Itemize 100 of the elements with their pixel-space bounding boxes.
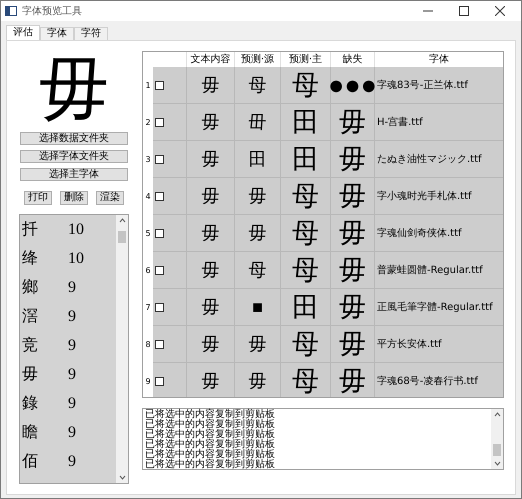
glyph-cell: 毋 — [248, 187, 266, 205]
character-count: 10 — [68, 248, 84, 268]
character-list-item[interactable]: 鄉 9 — [22, 273, 116, 302]
row-checkbox[interactable] — [155, 118, 164, 126]
glyph-cell: 毋 — [202, 335, 220, 353]
row-number: 9 — [145, 376, 151, 388]
character-list-item[interactable]: 錄 9 — [22, 389, 116, 418]
row-checkbox[interactable] — [155, 80, 164, 90]
font-file-name: 平方长安体.ttf — [377, 338, 442, 352]
glyph-cell: 毋 — [202, 372, 220, 390]
character: 滘 — [22, 306, 39, 326]
row-number: 4 — [145, 190, 151, 202]
glyph-cell: ■ — [252, 298, 263, 316]
log-line: 已将选中的内容复制到剪贴板 — [145, 420, 276, 430]
character-list-item[interactable]: 扦 10 — [22, 215, 116, 244]
log-line: 已将选中的内容复制到剪贴板 — [145, 410, 276, 420]
character: 鄉 — [22, 278, 39, 298]
glyph-cell: 母 — [248, 261, 266, 279]
row-checkbox[interactable] — [155, 192, 164, 200]
character-count: 9 — [68, 364, 76, 384]
glyph-cell: 毋 — [339, 182, 366, 210]
scroll-thumb[interactable] — [118, 231, 126, 243]
character-count: 9 — [68, 394, 76, 414]
character-list-item[interactable]: 毋 9 — [22, 360, 116, 389]
close-icon[interactable] — [495, 6, 505, 16]
scrollbar[interactable] — [491, 409, 503, 469]
maximize-icon[interactable] — [459, 6, 469, 16]
glyph-cell: 毋 — [202, 298, 220, 316]
action-button[interactable]: 渲染 — [96, 191, 124, 205]
glyph-cell: 母 — [292, 256, 319, 284]
row-number: 2 — [145, 116, 151, 128]
column-header[interactable]: 字体 — [375, 52, 503, 67]
glyph-cell: 田 — [292, 146, 319, 172]
font-file-name: 字小魂时光手札体.ttf — [377, 190, 472, 204]
glyph-cell: 毋 — [202, 224, 220, 242]
character-list-item[interactable]: 绛 10 — [22, 244, 116, 273]
glyph-cell: 母 — [292, 182, 319, 210]
row-checkbox[interactable] — [155, 228, 164, 238]
scroll-down-icon[interactable] — [494, 461, 500, 466]
character-list-item[interactable]: 瞻 9 — [22, 418, 116, 447]
row-number: 6 — [145, 264, 151, 276]
scroll-up-icon[interactable] — [494, 412, 500, 417]
glyph-cell: 毋 — [202, 113, 220, 131]
row-checkbox[interactable] — [155, 154, 164, 164]
font-file-name: 字魂83号-正兰体.ttf — [377, 78, 468, 92]
action-button[interactable]: 删除 — [60, 191, 88, 205]
font-file-name: 字魂仙剑奇侠体.ttf — [377, 226, 462, 240]
character: 绛 — [22, 248, 39, 268]
glyph-cell: 毋 — [248, 224, 266, 242]
app-icon — [5, 6, 17, 16]
tab[interactable]: 评估 — [6, 25, 40, 40]
log-line: 已将选中的内容复制到剪贴板 — [145, 460, 276, 470]
scrollbar[interactable] — [116, 215, 128, 483]
glyph-cell: 毋 — [339, 294, 366, 320]
folder-button[interactable]: 选择主字体 — [20, 168, 128, 181]
character-count: 9 — [68, 422, 76, 442]
row-number: 1 — [145, 80, 151, 92]
character: 竞 — [22, 336, 39, 356]
character-list-item[interactable]: 滘 9 — [22, 302, 116, 331]
glyph-cell: 母 — [292, 72, 319, 98]
glyph-cell: 毋 — [339, 368, 366, 394]
action-button[interactable]: 打印 — [24, 191, 52, 205]
character-count: 9 — [68, 336, 76, 356]
glyph-cell: 母 — [292, 368, 319, 394]
character: 瞻 — [22, 422, 39, 442]
scroll-up-icon[interactable] — [118, 218, 126, 223]
character-list-item[interactable]: 竞 9 — [22, 331, 116, 360]
row-checkbox[interactable] — [155, 376, 164, 386]
scroll-down-icon[interactable] — [118, 475, 126, 480]
tab[interactable]: 字符 — [74, 27, 108, 40]
character-count: 9 — [68, 452, 76, 472]
character: 錄 — [22, 394, 39, 414]
glyph-cell: 毋 — [339, 220, 366, 246]
font-file-name: H-宫書.ttf — [377, 116, 423, 130]
row-number: 5 — [145, 228, 151, 240]
row-number: 8 — [145, 338, 151, 350]
row-number: 7 — [145, 302, 151, 314]
glyph-cell: 毋 — [202, 76, 220, 94]
tab[interactable]: 字体 — [40, 27, 74, 40]
row-checkbox[interactable] — [155, 302, 164, 312]
font-file-name: 正風毛筆字體-Regular.ttf — [377, 300, 493, 314]
character-list-item[interactable]: 佰 9 — [22, 447, 116, 476]
log-line: 已将选中的内容复制到剪贴板 — [145, 440, 276, 450]
glyph-cell: 毋 — [202, 187, 220, 205]
glyph-cell: 母 — [292, 220, 319, 246]
scroll-thumb[interactable] — [493, 444, 501, 456]
log-line: 已将选中的内容复制到剪贴板 — [145, 430, 276, 440]
folder-button[interactable]: 选择字体文件夹 — [20, 150, 128, 163]
character: 扦 — [22, 220, 39, 240]
glyph-cell: 毌 — [248, 113, 266, 131]
preview-character: 毋 — [39, 51, 109, 131]
glyph-cell: 毋 — [248, 335, 266, 353]
row-number: 3 — [145, 154, 151, 166]
character: 佰 — [22, 452, 39, 472]
folder-button[interactable]: 选择数据文件夹 — [20, 132, 128, 145]
log-line: 已将选中的内容复制到剪贴板 — [145, 450, 276, 460]
row-checkbox[interactable] — [155, 266, 164, 274]
character: 毋 — [22, 364, 39, 384]
glyph-cell: 田 — [292, 108, 319, 136]
row-checkbox[interactable] — [155, 340, 164, 348]
